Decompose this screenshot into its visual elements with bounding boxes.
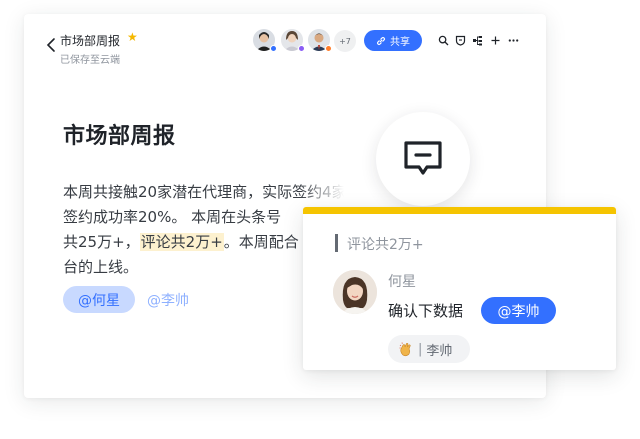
search-icon[interactable] [438,35,449,46]
more-icon[interactable] [508,35,519,46]
paragraph-text: 共25万+， [63,233,140,251]
paragraph-line: 共25万+，评论共2万+。本周配合 [63,231,299,252]
document-heading: 市场部周报 [63,124,176,149]
back-icon[interactable] [44,37,58,53]
share-link-icon [377,36,385,45]
reaction-separator: | [418,341,423,357]
reaction-user: 李帅 [426,343,453,359]
star-icon[interactable]: ★ [127,30,138,44]
more-collaborators-count[interactable]: +7 [334,30,356,52]
doc-structure-icon[interactable] [472,35,483,46]
paragraph-text: 。本周配合 [223,233,299,251]
presence-dot [298,45,305,52]
avatar[interactable] [333,270,377,314]
comment-quote: 评论共2万+ [347,237,424,253]
share-label: 共享 [390,37,410,48]
comment-icon [404,141,442,175]
mention-chip-active[interactable]: @何星 [63,286,135,313]
doc-title: 市场部周报 [60,34,121,48]
collaborator-avatar[interactable] [281,29,305,52]
collaborator-avatar[interactable] [253,29,277,52]
clap-icon [399,342,411,357]
mention-chip[interactable]: @李帅 [147,290,189,310]
quote-bar [335,234,338,252]
paragraph-line: 台的上线。 [63,258,139,276]
presence-dot [270,45,277,52]
shield-icon[interactable] [455,35,466,46]
comment-card: 评论共2万+ 何星 确认下数据 @李帅 | 李帅 [303,207,616,370]
reaction-chip[interactable]: | 李帅 [388,335,470,363]
comment-bubble[interactable] [376,112,470,206]
share-button[interactable]: 共享 [364,30,422,51]
save-status: 已保存至云端 [60,55,120,66]
highlighted-text[interactable]: 评论共2万+ [139,233,224,251]
presence-dot [325,45,332,52]
collaborator-avatar[interactable] [308,29,332,52]
paragraph-line: 签约成功率20%。 本周在头条号 [63,208,282,226]
add-icon[interactable] [490,35,501,46]
commenter-name: 何星 [388,274,416,290]
comment-mention-chip[interactable]: @李帅 [481,297,556,324]
comment-text: 确认下数据 [388,302,464,320]
